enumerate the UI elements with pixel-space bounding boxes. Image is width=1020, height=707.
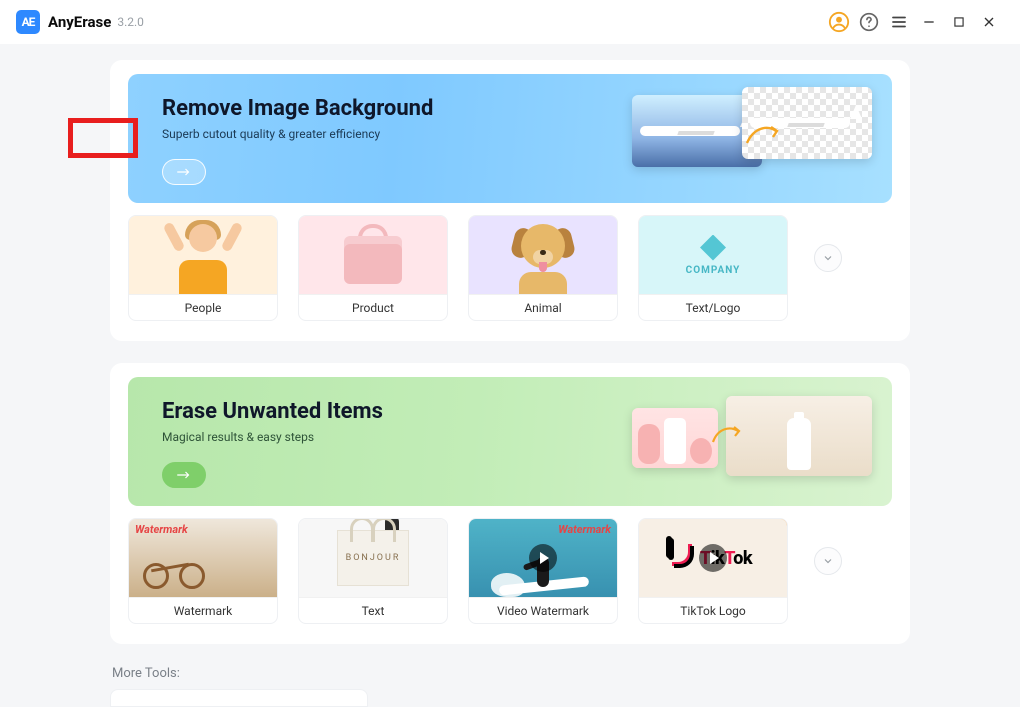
close-button[interactable] — [974, 7, 1004, 37]
hero-illustration — [632, 101, 862, 181]
category-video-watermark[interactable]: Watermark Video Watermark — [468, 518, 618, 624]
app-logo: AE — [16, 10, 40, 34]
hero-title: Remove Image Background — [162, 96, 433, 121]
menu-icon[interactable] — [884, 7, 914, 37]
play-icon — [699, 544, 727, 572]
company-icon — [700, 235, 726, 261]
category-text[interactable]: BONJOUR Text — [298, 518, 448, 624]
tote-text: BONJOUR — [346, 553, 401, 563]
category-tiktok-logo[interactable]: HOT! TikTok TikTok Logo — [638, 518, 788, 624]
textlogo-thumb: COMPANY — [639, 216, 787, 294]
category-label: Watermark — [129, 597, 277, 623]
category-label: Text/Logo — [639, 294, 787, 320]
remove-background-hero[interactable]: Remove Image Background Superb cutout qu… — [128, 74, 892, 203]
more-tools-card[interactable] — [110, 689, 368, 707]
hero-subtitle: Superb cutout quality & greater efficien… — [162, 127, 380, 141]
account-icon[interactable] — [824, 7, 854, 37]
app-version: 3.2.0 — [117, 15, 144, 29]
category-label: Video Watermark — [469, 597, 617, 623]
category-label: Text — [299, 597, 447, 623]
app-logo-text: AE — [22, 15, 35, 29]
hero-illustration — [632, 404, 862, 484]
company-word: COMPANY — [686, 265, 741, 276]
product-thumb — [299, 216, 447, 294]
minimize-button[interactable] — [914, 7, 944, 37]
erase-items-panel: Erase Unwanted Items Magical results & e… — [110, 363, 910, 644]
erase-items-go-button[interactable] — [162, 462, 206, 488]
video-watermark-thumb: Watermark — [469, 519, 617, 597]
text-thumb: BONJOUR — [299, 519, 447, 597]
category-label: Animal — [469, 294, 617, 320]
bg-category-row: People Product Animal COMPANY Text/Lo — [128, 215, 892, 321]
category-animal[interactable]: Animal — [468, 215, 618, 321]
erase-categories-expand-button[interactable] — [814, 547, 842, 575]
watermark-badge: Watermark — [135, 523, 188, 536]
erase-items-hero[interactable]: Erase Unwanted Items Magical results & e… — [128, 377, 892, 506]
help-icon[interactable] — [854, 7, 884, 37]
title-bar: AE AnyErase 3.2.0 — [0, 0, 1020, 44]
category-people[interactable]: People — [128, 215, 278, 321]
hero-subtitle: Magical results & easy steps — [162, 430, 314, 444]
category-label: TikTok Logo — [639, 597, 787, 623]
maximize-button[interactable] — [944, 7, 974, 37]
play-icon — [529, 544, 557, 572]
remove-background-go-button[interactable] — [162, 159, 206, 185]
hero-title: Erase Unwanted Items — [162, 399, 383, 424]
remove-background-panel: Remove Image Background Superb cutout qu… — [110, 60, 910, 341]
category-watermark[interactable]: Watermark Watermark — [128, 518, 278, 624]
animal-thumb — [469, 216, 617, 294]
category-label: Product — [299, 294, 447, 320]
app-name: AnyErase — [48, 13, 111, 31]
bg-categories-expand-button[interactable] — [814, 244, 842, 272]
watermark-badge: Watermark — [558, 523, 611, 536]
tiktok-thumb: TikTok — [639, 519, 787, 597]
category-product[interactable]: Product — [298, 215, 448, 321]
main-content: Remove Image Background Superb cutout qu… — [0, 44, 1020, 707]
watermark-thumb: Watermark — [129, 519, 277, 597]
tutorial-highlight — [68, 118, 138, 158]
more-tools-heading: More Tools: — [112, 666, 910, 681]
category-text-logo[interactable]: COMPANY Text/Logo — [638, 215, 788, 321]
category-label: People — [129, 294, 277, 320]
people-thumb — [129, 216, 277, 294]
erase-category-row: Watermark Watermark BONJOUR Text Waterma… — [128, 518, 892, 624]
